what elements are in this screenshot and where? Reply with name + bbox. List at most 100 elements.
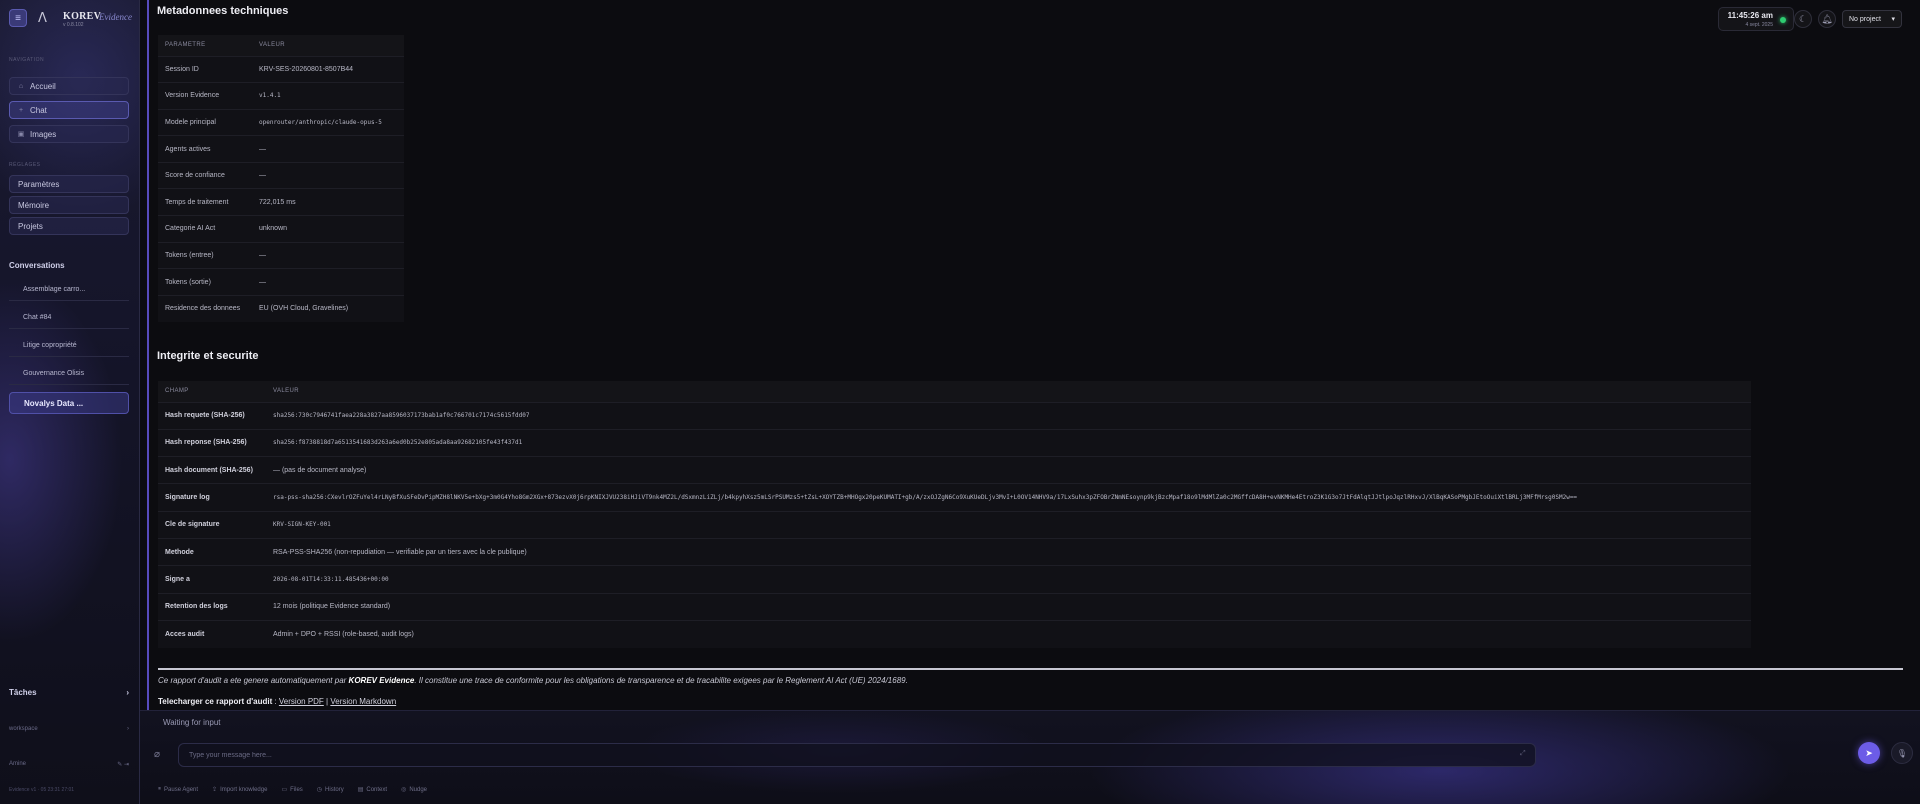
- column-header: PARAMETRE: [158, 35, 252, 56]
- nav-item-projets[interactable]: Projets: [9, 217, 129, 235]
- row-value: —: [252, 161, 404, 189]
- row-key: Categorie AI Act: [158, 215, 252, 243]
- column-header: CHAMP: [158, 381, 266, 402]
- user-row[interactable]: Amine ✎ ⇥: [9, 761, 129, 768]
- table-row: Hash reponse (SHA-256) sha256:f8738818d7a…: [158, 428, 1751, 457]
- conversation-item[interactable]: Gouvernance Olisis: [9, 363, 129, 385]
- row-key: Temps de traitement: [158, 188, 252, 216]
- nav-item-label: Mémoire: [18, 200, 50, 210]
- conversation-item[interactable]: Assemblage carro...: [9, 279, 129, 301]
- pause-agent-button[interactable]: ⏸ Pause Agent: [158, 786, 198, 793]
- download-label: Telecharger ce rapport d'audit: [158, 697, 273, 706]
- divider: [158, 668, 1903, 670]
- context-button[interactable]: ▤ Context: [357, 786, 387, 794]
- plus-icon: +: [18, 106, 24, 114]
- row-key: Hash requete (SHA-256): [158, 401, 266, 430]
- row-value: sha256:f8738818d7a6513541683d263a6ed0b25…: [266, 428, 1751, 457]
- table-row: Signe a 2026-08-01T14:33:11.485436+00:00: [158, 565, 1751, 594]
- table-row: Tokens (entree) —: [158, 241, 404, 269]
- workspace-row[interactable]: workspace ›: [9, 726, 129, 732]
- tool-label: Files: [290, 786, 303, 793]
- microphone-button[interactable]: 🎙︎: [1891, 742, 1913, 764]
- nudge-button[interactable]: ◎ Nudge: [401, 786, 427, 794]
- conversation-item-active[interactable]: Novalys Data ...: [9, 392, 129, 414]
- tasks-toggle[interactable]: Tâches ›: [9, 688, 129, 697]
- tool-label: History: [325, 786, 344, 793]
- tasks-label: Tâches: [9, 688, 37, 697]
- row-value: unknown: [252, 215, 404, 243]
- nav-item-memoire[interactable]: Mémoire: [9, 196, 129, 214]
- composer-toolbar: ⏸ Pause Agent ⇪ Import knowledge ▭ Files ◷ H…: [158, 786, 427, 793]
- tool-label: Import knowledge: [220, 786, 268, 793]
- table-header-row: PARAMETRE VALEUR: [158, 35, 404, 56]
- integrity-table: CHAMP VALEUR Hash requete (SHA-256) sha25…: [158, 381, 1751, 648]
- row-key: Hash reponse (SHA-256): [158, 428, 266, 457]
- nav-item-chat[interactable]: + Chat: [9, 101, 129, 119]
- tool-label: Pause Agent: [164, 786, 199, 793]
- nav-item-accueil[interactable]: ⌂ Accueil: [9, 77, 129, 95]
- nav-item-images[interactable]: ▣ Images: [9, 125, 129, 143]
- row-value: openrouter/anthropic/claude-opus-5: [252, 108, 404, 136]
- row-key: Residence des donnees: [158, 294, 252, 322]
- row-key: Tokens (sortie): [158, 268, 252, 296]
- notifications-button[interactable]: 🔔︎: [1818, 10, 1836, 28]
- brand-name: KOREV: [63, 11, 102, 22]
- row-key: Signature log: [158, 483, 266, 512]
- import-icon: ⇪: [212, 787, 218, 793]
- table-row: Version Evidence v1.4.1: [158, 82, 404, 110]
- history-icon: ◷: [316, 787, 323, 793]
- import-knowledge-button[interactable]: ⇪ Import knowledge: [212, 786, 268, 794]
- row-key: Agents actives: [158, 135, 252, 163]
- table-row: Modele principal openrouter/anthropic/cla…: [158, 108, 404, 136]
- table-row: Score de confiance —: [158, 161, 404, 189]
- clock-widget: 11:45:26 am 4 sept. 2025: [1718, 7, 1794, 31]
- brand-subtitle: Evidence: [99, 12, 132, 22]
- row-key: Cle de signature: [158, 510, 266, 539]
- history-button[interactable]: ◷ History: [316, 786, 344, 794]
- attach-icon[interactable]: ⌀: [154, 749, 160, 760]
- context-icon: ▤: [357, 787, 364, 793]
- sidebar-footer-info: Evidence v1 · 05 23:31 27:01: [9, 787, 75, 793]
- nudge-icon: ◎: [401, 787, 407, 793]
- message-input[interactable]: [178, 743, 1536, 767]
- row-key: Signe a: [158, 565, 266, 594]
- conversation-item[interactable]: Chat #84: [9, 307, 129, 329]
- send-button[interactable]: ➤: [1858, 742, 1880, 764]
- main-content: Metadonnees techniques PARAMETRE VALEUR …: [150, 0, 1920, 710]
- download-markdown-link[interactable]: Version Markdown: [330, 697, 396, 706]
- nav-item-parametres[interactable]: Paramètres: [9, 175, 129, 193]
- table-row: Methode RSA-PSS-SHA256 (non-repudiation —…: [158, 537, 1751, 566]
- section-title-integrity: Integrite et securite: [157, 350, 259, 362]
- row-key: Acces audit: [158, 619, 266, 648]
- nav-item-label: Chat: [30, 105, 47, 115]
- expand-icon[interactable]: ⤢: [1520, 750, 1526, 758]
- brand-version: v 0.8.102: [63, 22, 84, 28]
- note-text: Ce rapport d'audit a ete genere automati…: [158, 676, 349, 685]
- table-row: Hash requete (SHA-256) sha256:730c7946741…: [158, 401, 1751, 430]
- nav-item-label: Paramètres: [18, 179, 60, 189]
- clock-time: 11:45:26 am: [1727, 11, 1773, 20]
- row-value: 12 mois (politique Evidence standard): [266, 592, 1751, 621]
- row-value: 722,015 ms: [252, 188, 404, 216]
- download-pdf-link[interactable]: Version PDF: [279, 697, 324, 706]
- image-icon: ▣: [17, 131, 25, 138]
- menu-toggle-button[interactable]: ≡: [9, 9, 27, 27]
- status-online-dot: [1780, 17, 1786, 23]
- theme-toggle-button[interactable]: ☾: [1794, 10, 1812, 28]
- project-select-value: No project: [1849, 15, 1881, 23]
- project-select[interactable]: No project ▾: [1842, 10, 1902, 28]
- composer: Waiting for input ⌀ ⤢ ➤ 🎙︎ ⏸Pause Agent …: [140, 710, 1920, 804]
- files-button[interactable]: ▭ Files: [281, 786, 303, 794]
- row-value: EU (OVH Cloud, Gravelines): [252, 294, 404, 322]
- content-accent-bar: [147, 0, 149, 710]
- table-row: Cle de signature KRV-SIGN-KEY-001: [158, 510, 1751, 539]
- row-key: Methode: [158, 537, 266, 566]
- table-row: Retention des logs 12 mois (politique Evi…: [158, 592, 1751, 621]
- row-value: KRV-SES-20260801-8507B44: [252, 55, 404, 83]
- nav-item-label: Accueil: [30, 81, 56, 91]
- table-row: Acces audit Admin + DPO + RSSI (role-base…: [158, 619, 1751, 648]
- conversation-item[interactable]: Litige copropriété: [9, 335, 129, 357]
- row-value: —: [252, 241, 404, 269]
- row-key: Session ID: [158, 55, 252, 83]
- row-value: Admin + DPO + RSSI (role-based, audit lo…: [266, 619, 1751, 648]
